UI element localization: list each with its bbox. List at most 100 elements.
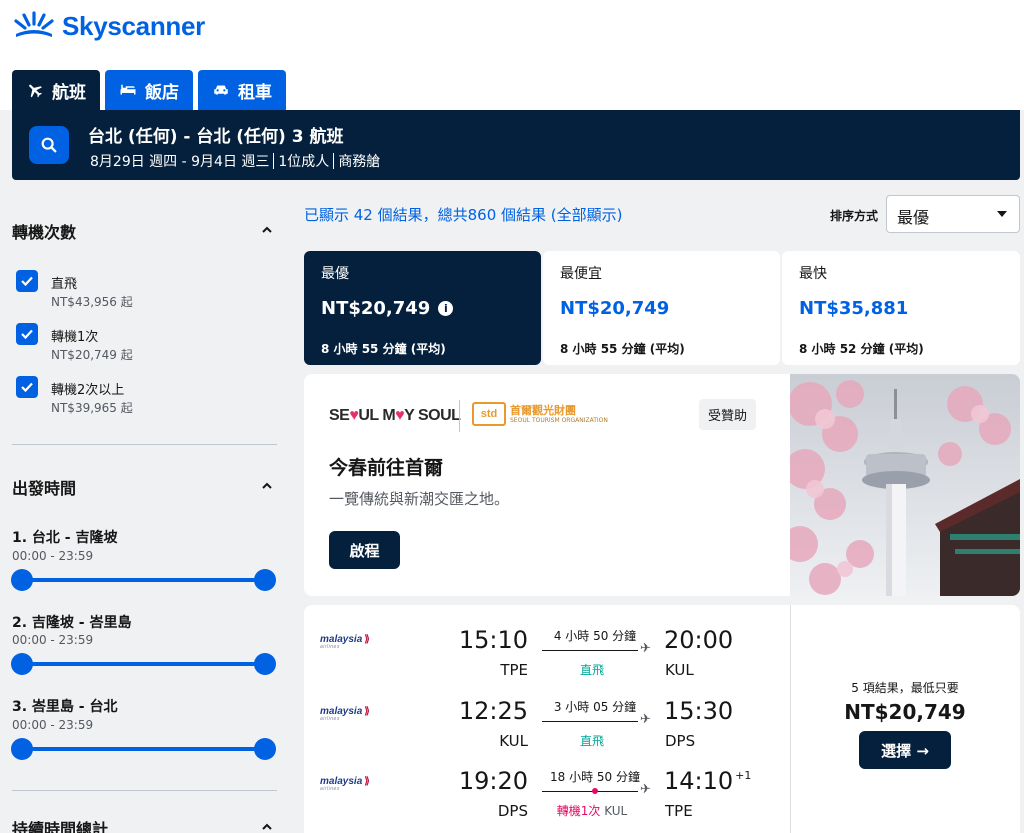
results-summary-link[interactable]: 已顯示 42 個結果，總共860 個結果 (全部顯示) (304, 204, 623, 225)
select-button[interactable]: 選擇 → (859, 731, 951, 769)
route-title: 台北 (任何) - 台北 (任何) 3 航班 (88, 127, 344, 147)
traveller-count: 1位成人 (278, 154, 330, 170)
stop-count: 轉機1次 (556, 804, 601, 818)
malaysia-airlines-logo: malaysia ⟫ airlines (320, 634, 370, 650)
slider-handle-end[interactable] (254, 569, 276, 591)
option-price: NT$43,956 起 (51, 295, 133, 309)
arrival-airport: DPS (665, 732, 696, 750)
divider (12, 790, 277, 791)
malaysia-airlines-logo: malaysia ⟫ airlines (320, 706, 370, 722)
tab-label: 航班 (52, 82, 86, 103)
itinerary-card[interactable]: malaysia ⟫ airlines 15:10 TPE 4 小時 50 分鐘 ✈… (304, 605, 1020, 833)
duration-filter-title: 持續時間總計 (12, 820, 109, 833)
ad-cta-button[interactable]: 啟程 (329, 531, 400, 569)
leg-time-range: 00:00 - 23:59 (12, 549, 94, 563)
sort-card-cheapest[interactable]: 最便宜 NT$20,749 8 小時 55 分鐘 (平均) (543, 251, 780, 365)
leg-title: 1. 台北 - 吉隆坡 (12, 530, 118, 546)
sort-card-fastest[interactable]: 最快 NT$35,881 8 小時 52 分鐘 (平均) (782, 251, 1020, 365)
tab-car-hire[interactable]: 租車 (198, 70, 286, 110)
stopover-dot (592, 788, 598, 794)
stops-option-one-stop[interactable]: 轉機1次 NT$20,749 起 (16, 323, 133, 362)
leg-duration: 18 小時 50 分鐘 (550, 770, 640, 784)
std-logo-mark: std (472, 402, 506, 426)
arrival-time-value: 14:10 (664, 767, 734, 795)
stops-label: 直飛 (579, 663, 604, 677)
stops-option-two-plus[interactable]: 轉機2次以上 NT$39,965 起 (16, 376, 133, 415)
sort-card-label: 最快 (799, 266, 827, 282)
departure-airport: TPE (500, 661, 528, 679)
deal-price: NT$20,749 (844, 700, 966, 724)
caret-down-icon (997, 211, 1007, 217)
sort-label: 排序方式 (830, 209, 879, 223)
time-slider-track[interactable] (22, 578, 265, 582)
option-label: 轉機1次 (51, 330, 99, 345)
sponsored-ad-card[interactable]: SE♥UL M♥Y SOUL std 首爾觀光財團 SEOUL TOURISM … (304, 374, 1020, 596)
sort-card-duration: 8 小時 55 分鐘 (平均) (321, 342, 446, 356)
logo-text: UL M (358, 407, 396, 424)
search-icon (41, 137, 57, 153)
bed-icon (120, 84, 136, 95)
checkbox[interactable] (16, 376, 38, 398)
tab-label: 租車 (238, 82, 272, 103)
cabin-class: 商務艙 (338, 154, 381, 170)
search-button[interactable] (29, 126, 69, 164)
leg-duration: 3 小時 05 分鐘 (553, 700, 637, 714)
divider (459, 400, 460, 432)
departure-time: 12:25 (458, 697, 528, 725)
tab-flights[interactable]: 航班 (12, 70, 100, 110)
skyscanner-logo[interactable]: Skyscanner (12, 10, 205, 42)
sort-card-label: 最便宜 (560, 266, 602, 282)
checkmark-icon (21, 276, 33, 287)
sort-card-duration: 8 小時 55 分鐘 (平均) (560, 342, 685, 356)
leg-title: 3. 峇里島 - 台北 (12, 699, 118, 715)
leg-title: 2. 吉隆坡 - 峇里島 (12, 615, 132, 631)
plane-icon (29, 84, 42, 98)
arrival-time: 20:00 (664, 626, 734, 654)
logo-text: Y SOUL (404, 407, 461, 424)
leg-time-range: 00:00 - 23:59 (12, 633, 94, 647)
leg-duration: 4 小時 50 分鐘 (553, 629, 637, 643)
checkbox[interactable] (16, 270, 38, 292)
sort-card-best[interactable]: 最優 NT$20,749 i 8 小時 55 分鐘 (平均) (304, 251, 541, 365)
plane-arrow-icon: ✈ (640, 782, 651, 797)
arrival-time: 14:10 +1 (664, 767, 751, 795)
sponsored-badge[interactable]: 受贊助 (699, 399, 757, 430)
slider-handle-start[interactable] (11, 653, 33, 675)
arrival-airport: TPE (665, 802, 693, 820)
route-line (542, 791, 638, 792)
slider-handle-end[interactable] (254, 653, 276, 675)
stops-option-direct[interactable]: 直飛 NT$43,956 起 (16, 270, 133, 309)
slider-handle-start[interactable] (11, 569, 33, 591)
divider (273, 153, 275, 169)
tab-hotels[interactable]: 飯店 (105, 70, 193, 110)
sort-card-duration: 8 小時 52 分鐘 (平均) (799, 342, 924, 356)
sort-dropdown[interactable]: 最優 (886, 195, 1020, 233)
departure-time: 19:20 (458, 767, 528, 795)
slider-handle-end[interactable] (254, 738, 276, 760)
brand-name: Skyscanner (62, 10, 205, 41)
sort-card-label: 最優 (321, 266, 349, 282)
time-slider-track[interactable] (22, 662, 265, 666)
logo-text: SE (329, 407, 350, 424)
org-name-en: SEOUL TOURISM ORGANIZATION (510, 416, 608, 424)
leg-time-range: 00:00 - 23:59 (12, 718, 94, 732)
day-offset: +1 (735, 769, 752, 782)
route-line (542, 721, 638, 722)
car-icon (214, 85, 228, 95)
checkmark-icon (21, 329, 33, 340)
time-slider-track[interactable] (22, 747, 265, 751)
chevron-up-icon[interactable] (260, 820, 274, 833)
chevron-up-icon[interactable] (260, 479, 274, 493)
sort-card-price: NT$20,749 i (321, 298, 454, 319)
info-icon[interactable]: i (438, 301, 454, 316)
malaysia-airlines-logo: malaysia ⟫ airlines (320, 776, 370, 792)
plane-arrow-icon: ✈ (640, 712, 651, 727)
sunburst-icon (14, 11, 54, 37)
route-line (542, 650, 638, 651)
slider-handle-start[interactable] (11, 738, 33, 760)
airline-mark-icon: ⟫ (364, 634, 370, 645)
checkbox[interactable] (16, 323, 38, 345)
search-summary[interactable]: 台北 (任何) - 台北 (任何) 3 航班 8月29日 週四 - 9月4日 週… (12, 110, 1020, 180)
chevron-up-icon[interactable] (260, 223, 274, 237)
seoul-tourism-logo: std 首爾觀光財團 SEOUL TOURISM ORGANIZATION (472, 402, 608, 426)
